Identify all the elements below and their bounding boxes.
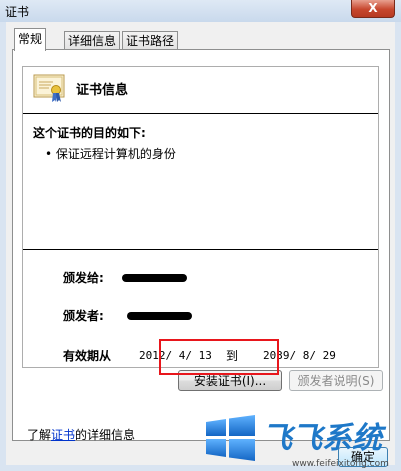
certificate-info-heading: 证书信息 xyxy=(76,83,129,98)
issuer-statement-button[interactable]: 颁发者说明(S) xyxy=(289,370,383,391)
title-bar: 证书 X xyxy=(0,0,401,22)
close-icon: X xyxy=(368,1,378,15)
issued-to-redacted xyxy=(122,274,187,282)
purpose-item: • 保证远程计算机的身份 xyxy=(45,147,176,161)
watermark-url: www.feifeixitong.com xyxy=(292,459,389,469)
issued-to-label: 颁发给: xyxy=(63,271,104,285)
issued-by-label: 颁发者: xyxy=(63,309,104,323)
tab-details[interactable]: 详细信息 xyxy=(64,31,121,50)
learn-more-suffix: 的详细信息 xyxy=(75,428,136,442)
windows-logo-icon xyxy=(206,415,255,461)
certificate-icon xyxy=(33,74,65,102)
certificate-info-box: 证书信息 这个证书的目的如下: • 保证远程计算机的身份 颁发给: 颁发者: 有… xyxy=(22,66,379,368)
general-tab-panel: 证书信息 这个证书的目的如下: • 保证远程计算机的身份 颁发给: 颁发者: 有… xyxy=(12,49,390,443)
tab-cert-path[interactable]: 证书路径 xyxy=(122,31,179,50)
window-title: 证书 xyxy=(5,5,30,19)
install-button-highlight xyxy=(159,339,279,375)
learn-more-text: 了解证书的详细信息 xyxy=(27,426,135,443)
validity-label: 有效期从 xyxy=(63,349,112,363)
close-button[interactable]: X xyxy=(351,0,395,18)
watermark-logo: 飞飞系统 www.feifeixitong.com xyxy=(206,415,389,469)
purpose-heading: 这个证书的目的如下: xyxy=(33,126,146,140)
watermark-brand: 飞飞系统 xyxy=(262,421,387,456)
divider-bottom xyxy=(23,249,378,250)
divider-top xyxy=(23,113,378,114)
learn-more-link[interactable]: 证书 xyxy=(51,428,75,442)
learn-more-prefix: 了解 xyxy=(27,428,52,442)
tab-general[interactable]: 常规 xyxy=(14,28,47,51)
dialog-client: 常规 详细信息 证书路径 证书信息 这个证书的目的如下: • 保证远程计算机的身… xyxy=(6,22,395,465)
issued-by-redacted xyxy=(127,312,192,320)
